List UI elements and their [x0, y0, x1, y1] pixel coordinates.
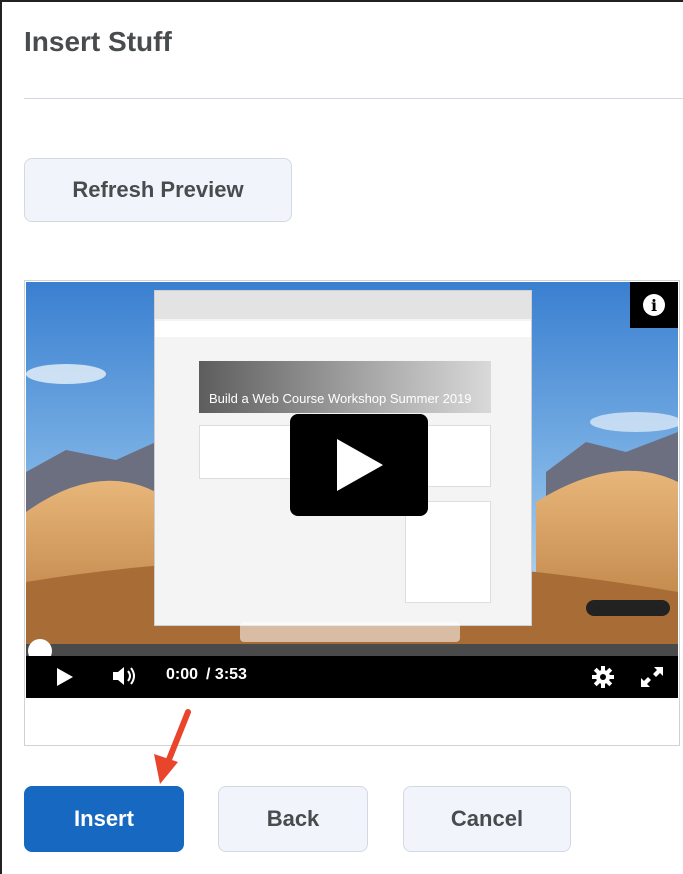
refresh-preview-button[interactable]: Refresh Preview	[24, 158, 292, 222]
course-banner: Build a Web Course Workshop Summer 2019	[199, 361, 491, 413]
back-button[interactable]: Back	[218, 786, 368, 852]
insert-button[interactable]: Insert	[24, 786, 184, 852]
current-time: 0:00	[166, 666, 199, 683]
play-icon	[337, 439, 383, 491]
desktop-dock	[240, 622, 460, 642]
play-icon	[57, 668, 73, 686]
gear-icon	[592, 666, 614, 688]
insert-stuff-dialog: Insert Stuff Refresh Preview Build a Web…	[0, 0, 683, 874]
divider	[24, 98, 683, 99]
duration: / 3:53	[206, 666, 247, 683]
banner-text: Build a Web Course Workshop Summer 2019	[209, 391, 472, 406]
video-preview: Build a Web Course Workshop Summer 2019 …	[24, 280, 680, 746]
large-play-button[interactable]	[290, 414, 428, 516]
fullscreen-button[interactable]	[640, 666, 664, 688]
annotation-arrow	[154, 709, 191, 784]
course-navbar	[155, 321, 531, 337]
volume-icon	[113, 667, 135, 685]
time-display: 0:00 / 3:53	[166, 666, 247, 684]
fullscreen-icon	[641, 667, 663, 687]
play-button[interactable]	[54, 666, 76, 688]
video-player[interactable]: Build a Web Course Workshop Summer 2019 …	[26, 282, 678, 698]
cancel-button[interactable]: Cancel	[403, 786, 571, 852]
volume-button[interactable]	[112, 665, 138, 687]
dialog-title: Insert Stuff	[24, 26, 172, 57]
browser-toolbar	[155, 291, 531, 319]
info-button[interactable]: i	[630, 282, 678, 328]
settings-button[interactable]	[592, 666, 614, 688]
info-icon: i	[643, 294, 665, 316]
recording-indicator	[586, 600, 670, 616]
calendar-widget	[405, 501, 491, 603]
progress-bar[interactable]	[26, 644, 678, 656]
